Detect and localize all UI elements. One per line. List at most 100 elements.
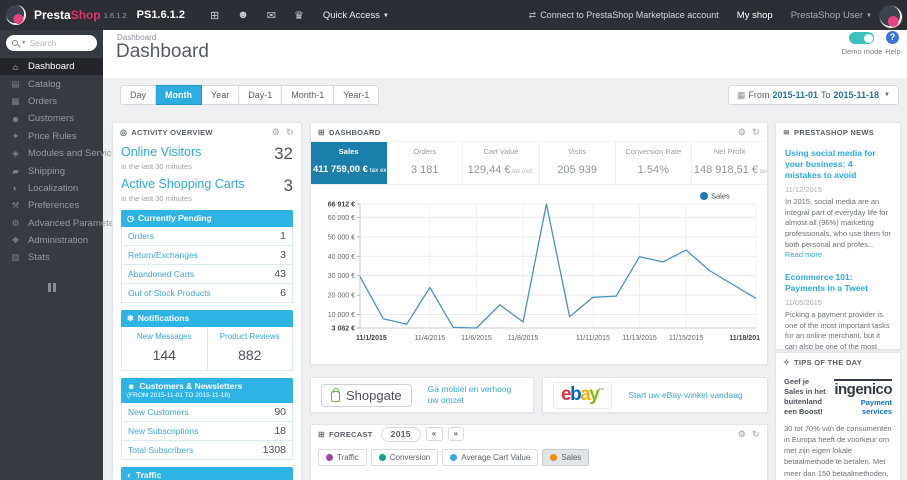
ebay-letter-e: e <box>561 383 572 405</box>
chevron-down-icon: ▼ <box>884 92 890 98</box>
news-article-date: 11/12/2015 <box>785 185 822 195</box>
news-article-title[interactable]: Ecommerce 101: Payments in a Tweet <box>785 272 891 294</box>
link-abandoned-carts[interactable]: Abandoned Carts <box>128 269 194 279</box>
catalog-icon: ▤ <box>11 78 20 89</box>
sidebar-item-stats[interactable]: ▥ Stats <box>0 249 103 266</box>
legend-dot-icon <box>550 454 558 461</box>
calendar-icon: ▦ <box>736 89 746 100</box>
link-orders[interactable]: Orders <box>128 231 154 241</box>
demo-mode-toggle[interactable] <box>849 32 874 44</box>
ebay-link[interactable]: Start uw eBay-winkel vandaag <box>628 390 742 401</box>
product-reviews-value: 882 <box>238 347 262 363</box>
kpi-visits[interactable]: Visits 205 939 <box>540 142 616 184</box>
ebay-logo[interactable]: ebay™ <box>553 381 613 409</box>
legend-dot-icon <box>378 454 386 461</box>
sidebar-item-label: Localization <box>28 182 79 194</box>
gear-icon[interactable]: ⚙ <box>272 127 280 138</box>
kpi-label: Visits <box>568 147 586 156</box>
forecast-legend-traffic[interactable]: Traffic <box>318 449 367 466</box>
sidebar-item-price-rules[interactable]: ✦ Price Rules <box>0 128 103 145</box>
cart-icon[interactable]: ⊞ <box>210 9 219 22</box>
date-from-label: From <box>748 90 770 100</box>
sidebar-item-advanced-parameters[interactable]: ⚙ Advanced Parameters <box>0 215 122 232</box>
gear-icon[interactable]: ⚙ <box>738 127 746 138</box>
kpi-orders[interactable]: Orders 3 181 <box>387 142 464 184</box>
customers-icon[interactable]: ☻ <box>237 9 249 22</box>
customers-row-new-subscriptions: New Subscriptions 18 <box>121 422 293 442</box>
price-rules-icon: ✦ <box>11 130 20 141</box>
sidebar-item-administration[interactable]: ❖ Administration <box>0 232 103 249</box>
kpi-sales[interactable]: Sales 411 759,00 € tax excl. <box>311 142 388 184</box>
link-out-of-stock-products[interactable]: Out of Stock Products <box>128 288 211 298</box>
range-button-day[interactable]: Day <box>120 85 157 105</box>
link-product-reviews[interactable]: Product Reviews <box>210 332 291 341</box>
sidebar-item-shipping[interactable]: ▰ Shipping <box>0 162 103 179</box>
online-visitors-metric[interactable]: Online Visitors 32 <box>121 145 293 162</box>
brand: PrestaShop <box>34 8 101 22</box>
kpi-value: 205 939 <box>557 164 597 176</box>
sidebar-item-dashboard[interactable]: ⌂ Dashboard <box>0 58 103 76</box>
shopgate-logo[interactable]: Shopgate <box>321 383 412 407</box>
forecast-next-button[interactable]: » <box>447 426 465 442</box>
range-button-year[interactable]: Year <box>202 85 240 105</box>
svg-text:40 000 €: 40 000 € <box>328 254 355 261</box>
refresh-icon[interactable]: ↻ <box>752 429 760 440</box>
user-menu[interactable]: PrestaShop User ▼ <box>791 10 872 21</box>
kpi-conversion-rate[interactable]: Conversion Rate 1.54% <box>616 142 692 184</box>
svg-text:11/1/2015: 11/1/2015 <box>356 335 387 342</box>
forecast-legend-average-cart-value[interactable]: Average Cart Value <box>442 449 539 466</box>
search-input[interactable] <box>29 38 80 48</box>
sidebar-item-preferences[interactable]: ⚒ Preferences <box>0 197 103 214</box>
link-new-subscriptions[interactable]: New Subscriptions <box>128 426 198 436</box>
sidebar-search[interactable]: ▼ <box>6 35 97 51</box>
my-shop-link[interactable]: My shop <box>737 10 773 21</box>
brand-shop: Shop <box>70 8 101 22</box>
sidebar-item-label: Stats <box>28 252 50 264</box>
return-exchanges-value: 3 <box>280 249 286 261</box>
quick-access-menu[interactable]: Quick Access ▼ <box>323 10 389 21</box>
link-new-messages[interactable]: New Messages <box>124 332 205 341</box>
sidebar-item-modules-and-services[interactable]: ◈ Modules and Services <box>0 145 121 162</box>
range-button-month-1[interactable]: Month-1 <box>282 85 335 105</box>
forecast-prev-button[interactable]: « <box>425 426 443 442</box>
link-return-exchanges[interactable]: Return/Exchanges <box>128 250 198 260</box>
link-total-subscribers[interactable]: Total Subscribers <box>128 445 193 455</box>
sidebar-collapse-icon[interactable] <box>47 282 57 292</box>
user-avatar[interactable] <box>880 6 902 28</box>
shopgate-link[interactable]: Ga mobiel en verhoog uw omzet <box>428 384 523 405</box>
link-icon: ⇄ <box>528 9 537 20</box>
news-article-title[interactable]: Using social media for your business: 4 … <box>785 148 891 181</box>
marketplace-link[interactable]: ⇄ Connect to PrestaShop Marketplace accou… <box>529 10 719 21</box>
kpi-note: tax excl. <box>369 168 387 174</box>
range-button-year-1[interactable]: Year-1 <box>334 85 380 105</box>
active-carts-metric[interactable]: Active Shopping Carts 3 <box>121 177 293 194</box>
help-button[interactable]: ? <box>886 31 899 44</box>
trophy-icon[interactable]: ♛ <box>294 9 304 22</box>
range-button-month[interactable]: Month <box>156 85 203 105</box>
prestashop-news-panel: ≋ PRESTASHOP NEWS Using social media for… <box>775 122 901 350</box>
refresh-icon[interactable]: ↻ <box>752 127 760 138</box>
out-of-stock-products-value: 6 <box>280 287 286 299</box>
link-new-customers[interactable]: New Customers <box>128 407 188 417</box>
kpi-cart-value[interactable]: Cart Value 129,44 € tax excl. <box>463 142 540 184</box>
sidebar-item-catalog[interactable]: ▤ Catalog <box>0 75 103 92</box>
forecast-year[interactable]: 2015 <box>380 426 421 442</box>
demo-mode-label: Demo mode <box>841 47 883 56</box>
forecast-legend-sales[interactable]: Sales <box>542 449 590 466</box>
ebay-letter-a: a <box>580 383 591 405</box>
customers-date-range: (FROM 2015-11-01 TO 2015-11-18) <box>127 392 231 399</box>
gear-icon[interactable]: ⚙ <box>738 429 746 440</box>
sidebar-item-orders[interactable]: ▦ Orders <box>0 93 103 110</box>
forecast-legend-conversion[interactable]: Conversion <box>370 449 439 466</box>
read-more-link[interactable]: Read more <box>785 250 822 259</box>
kpi-value: 148 918,51 € tax excl. <box>694 164 767 176</box>
search-scope-caret-icon[interactable]: ▼ <box>21 40 26 46</box>
date-range-picker[interactable]: ▦ From 2015-11-01 To 2015-11-18 ▼ <box>727 85 899 105</box>
sidebar-item-localization[interactable]: ◐ Localization <box>0 180 103 197</box>
range-button-day-1[interactable]: Day-1 <box>239 85 283 105</box>
sidebar-item-customers[interactable]: ☻ Customers <box>0 110 103 127</box>
refresh-icon[interactable]: ↻ <box>286 127 294 138</box>
kpi-net-profit[interactable]: Net Profit 148 918,51 € tax excl. <box>692 142 767 184</box>
mail-icon[interactable]: ✉ <box>267 9 276 22</box>
ingenico-payment-services: Payment services <box>860 398 892 416</box>
